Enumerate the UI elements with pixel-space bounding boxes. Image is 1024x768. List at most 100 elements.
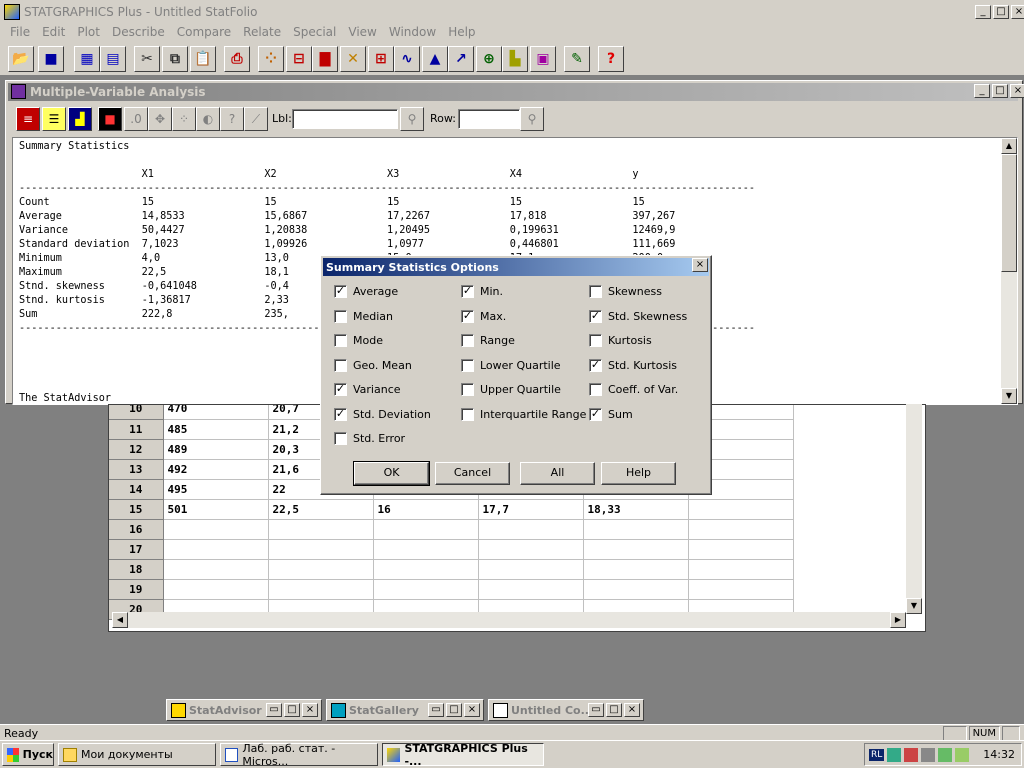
option-skewness[interactable]: Skewness bbox=[589, 285, 662, 298]
close-button[interactable]: × bbox=[1011, 5, 1024, 19]
line-chart-icon[interactable]: ∿ bbox=[394, 46, 420, 72]
option-average[interactable]: ✓ Average bbox=[334, 285, 398, 298]
table-cell[interactable] bbox=[373, 559, 479, 580]
checkbox[interactable]: ✓ bbox=[589, 358, 602, 372]
row-header[interactable]: 12 bbox=[109, 439, 164, 460]
table-cell[interactable]: 22,5 bbox=[268, 499, 374, 520]
checkbox[interactable]: ✓ bbox=[461, 285, 474, 298]
minimize-button[interactable]: _ bbox=[975, 5, 991, 19]
checkbox[interactable] bbox=[334, 334, 347, 347]
table-cell[interactable] bbox=[163, 539, 269, 560]
table-cell[interactable]: 485 bbox=[163, 419, 269, 440]
brush-icon[interactable]: ⁘ bbox=[172, 107, 196, 131]
table-cell[interactable]: 17,7 bbox=[478, 499, 584, 520]
table-cell[interactable] bbox=[583, 519, 689, 540]
close-button[interactable]: × bbox=[302, 703, 318, 717]
minimized-statadvisor[interactable]: StatAdvisor ▭ □ × bbox=[166, 699, 322, 721]
table-cell[interactable] bbox=[583, 579, 689, 600]
tray-app-icon[interactable] bbox=[938, 747, 953, 762]
minimized-statgallery[interactable]: StatGallery ▭ □ × bbox=[326, 699, 484, 721]
scroll-up-icon[interactable]: ▲ bbox=[1001, 138, 1017, 154]
maximize-button[interactable]: □ bbox=[284, 703, 300, 717]
table-cell[interactable] bbox=[688, 519, 794, 540]
table-cell[interactable]: 501 bbox=[163, 499, 269, 520]
histogram-icon[interactable]: ▇ bbox=[312, 46, 338, 72]
datasheet-horizontal-scrollbar[interactable]: ◀ ▶ bbox=[112, 612, 906, 628]
scroll-thumb[interactable] bbox=[1001, 154, 1017, 272]
table-cell[interactable]: 492 bbox=[163, 459, 269, 480]
option-range[interactable]: Range bbox=[461, 334, 515, 347]
table-cell[interactable] bbox=[478, 539, 584, 560]
table-cell[interactable] bbox=[268, 519, 374, 540]
language-indicator[interactable]: RL bbox=[869, 748, 885, 761]
table-cell[interactable] bbox=[478, 579, 584, 600]
bar-icon[interactable]: ▙ bbox=[502, 46, 528, 72]
volume-icon[interactable] bbox=[904, 747, 919, 762]
scatterplot-icon[interactable]: ⁘ bbox=[258, 46, 284, 72]
lbl-locate-icon[interactable]: ⚲ bbox=[400, 107, 424, 131]
analysis-minimize-button[interactable]: _ bbox=[974, 84, 990, 98]
row-locate-icon[interactable]: ⚲ bbox=[520, 107, 544, 131]
all-button[interactable]: All bbox=[520, 462, 595, 485]
cut-icon[interactable]: ✂ bbox=[134, 46, 160, 72]
globe-icon[interactable]: ⊕ bbox=[476, 46, 502, 72]
checkbox[interactable]: ✓ bbox=[589, 309, 602, 323]
table-cell[interactable] bbox=[478, 519, 584, 540]
table-cell[interactable]: 489 bbox=[163, 439, 269, 460]
checkbox[interactable]: ✓ bbox=[334, 285, 347, 298]
table-cell[interactable] bbox=[583, 539, 689, 560]
x-y-plot-icon[interactable]: ✕ bbox=[340, 46, 366, 72]
checkbox[interactable] bbox=[461, 334, 474, 347]
print-icon[interactable]: ⎙ bbox=[224, 46, 250, 72]
input-dialog-icon[interactable]: ≡ bbox=[16, 107, 40, 131]
tabular-options-icon[interactable]: ☰ bbox=[42, 107, 66, 131]
option-kurtosis[interactable]: Kurtosis bbox=[589, 334, 652, 347]
table-cell[interactable] bbox=[583, 559, 689, 580]
restore-button[interactable]: ▭ bbox=[588, 703, 604, 717]
option-std-kurtosis[interactable]: ✓ Std. Kurtosis bbox=[589, 358, 677, 372]
decimal-icon[interactable]: .0 bbox=[124, 107, 148, 131]
row-header[interactable]: 11 bbox=[109, 419, 164, 440]
boxplot-icon[interactable]: ⊟ bbox=[286, 46, 312, 72]
table-cell[interactable] bbox=[163, 519, 269, 540]
table-cell[interactable] bbox=[373, 519, 479, 540]
output-vertical-scrollbar[interactable]: ▲ ▼ bbox=[1001, 138, 1017, 404]
option-std-skewness[interactable]: ✓ Std. Skewness bbox=[589, 309, 687, 323]
maximize-button[interactable]: □ bbox=[446, 703, 462, 717]
checkbox[interactable]: ✓ bbox=[589, 407, 602, 421]
calculator-icon[interactable]: ▦ bbox=[74, 46, 100, 72]
option-interquartile-range[interactable]: Interquartile Range bbox=[461, 407, 586, 421]
dialog-close-icon[interactable]: × bbox=[692, 258, 708, 272]
menu-plot[interactable]: Plot bbox=[71, 24, 106, 42]
taskbar-task-statgraphics[interactable]: STATGRAPHICS Plus -... bbox=[382, 742, 544, 768]
option-std-error[interactable]: Std. Error bbox=[334, 432, 405, 445]
row-header[interactable]: 19 bbox=[109, 579, 164, 600]
open-icon[interactable]: 📂 bbox=[8, 46, 34, 72]
table-cell[interactable] bbox=[268, 559, 374, 580]
table-cell[interactable]: 495 bbox=[163, 479, 269, 500]
option-max[interactable]: ✓ Max. bbox=[461, 309, 506, 323]
save-icon[interactable]: ■ bbox=[38, 46, 64, 72]
checkbox[interactable] bbox=[334, 432, 347, 445]
checkbox[interactable] bbox=[461, 358, 474, 372]
menu-special[interactable]: Special bbox=[287, 24, 342, 42]
option-upper-quartile[interactable]: Upper Quartile bbox=[461, 383, 561, 396]
table-cell[interactable]: 470 bbox=[163, 405, 269, 420]
paste-icon[interactable]: 📋 bbox=[190, 46, 216, 72]
checkbox[interactable] bbox=[461, 383, 474, 396]
row-header[interactable]: 17 bbox=[109, 539, 164, 560]
cancel-button[interactable]: Cancel bbox=[435, 462, 510, 485]
option-std-deviation[interactable]: ✓ Std. Deviation bbox=[334, 407, 431, 421]
checkbox[interactable] bbox=[589, 383, 602, 396]
datasheet-vertical-scrollbar[interactable]: ▼ bbox=[906, 404, 922, 614]
taskbar-task-word[interactable]: Лаб. раб. стат. - Micros... bbox=[220, 742, 378, 768]
copy-icon[interactable]: ⧉ bbox=[162, 46, 188, 72]
zoom-icon[interactable]: ◐ bbox=[196, 107, 220, 131]
help-button[interactable]: Help bbox=[601, 462, 676, 485]
maximize-button[interactable]: □ bbox=[606, 703, 622, 717]
grid-scroll-left-icon[interactable]: ◀ bbox=[112, 612, 128, 628]
table-cell[interactable] bbox=[688, 499, 794, 520]
statgraphics-app-icon[interactable] bbox=[4, 4, 20, 20]
table-cell[interactable] bbox=[163, 559, 269, 580]
table-cell[interactable]: 16 bbox=[373, 499, 479, 520]
